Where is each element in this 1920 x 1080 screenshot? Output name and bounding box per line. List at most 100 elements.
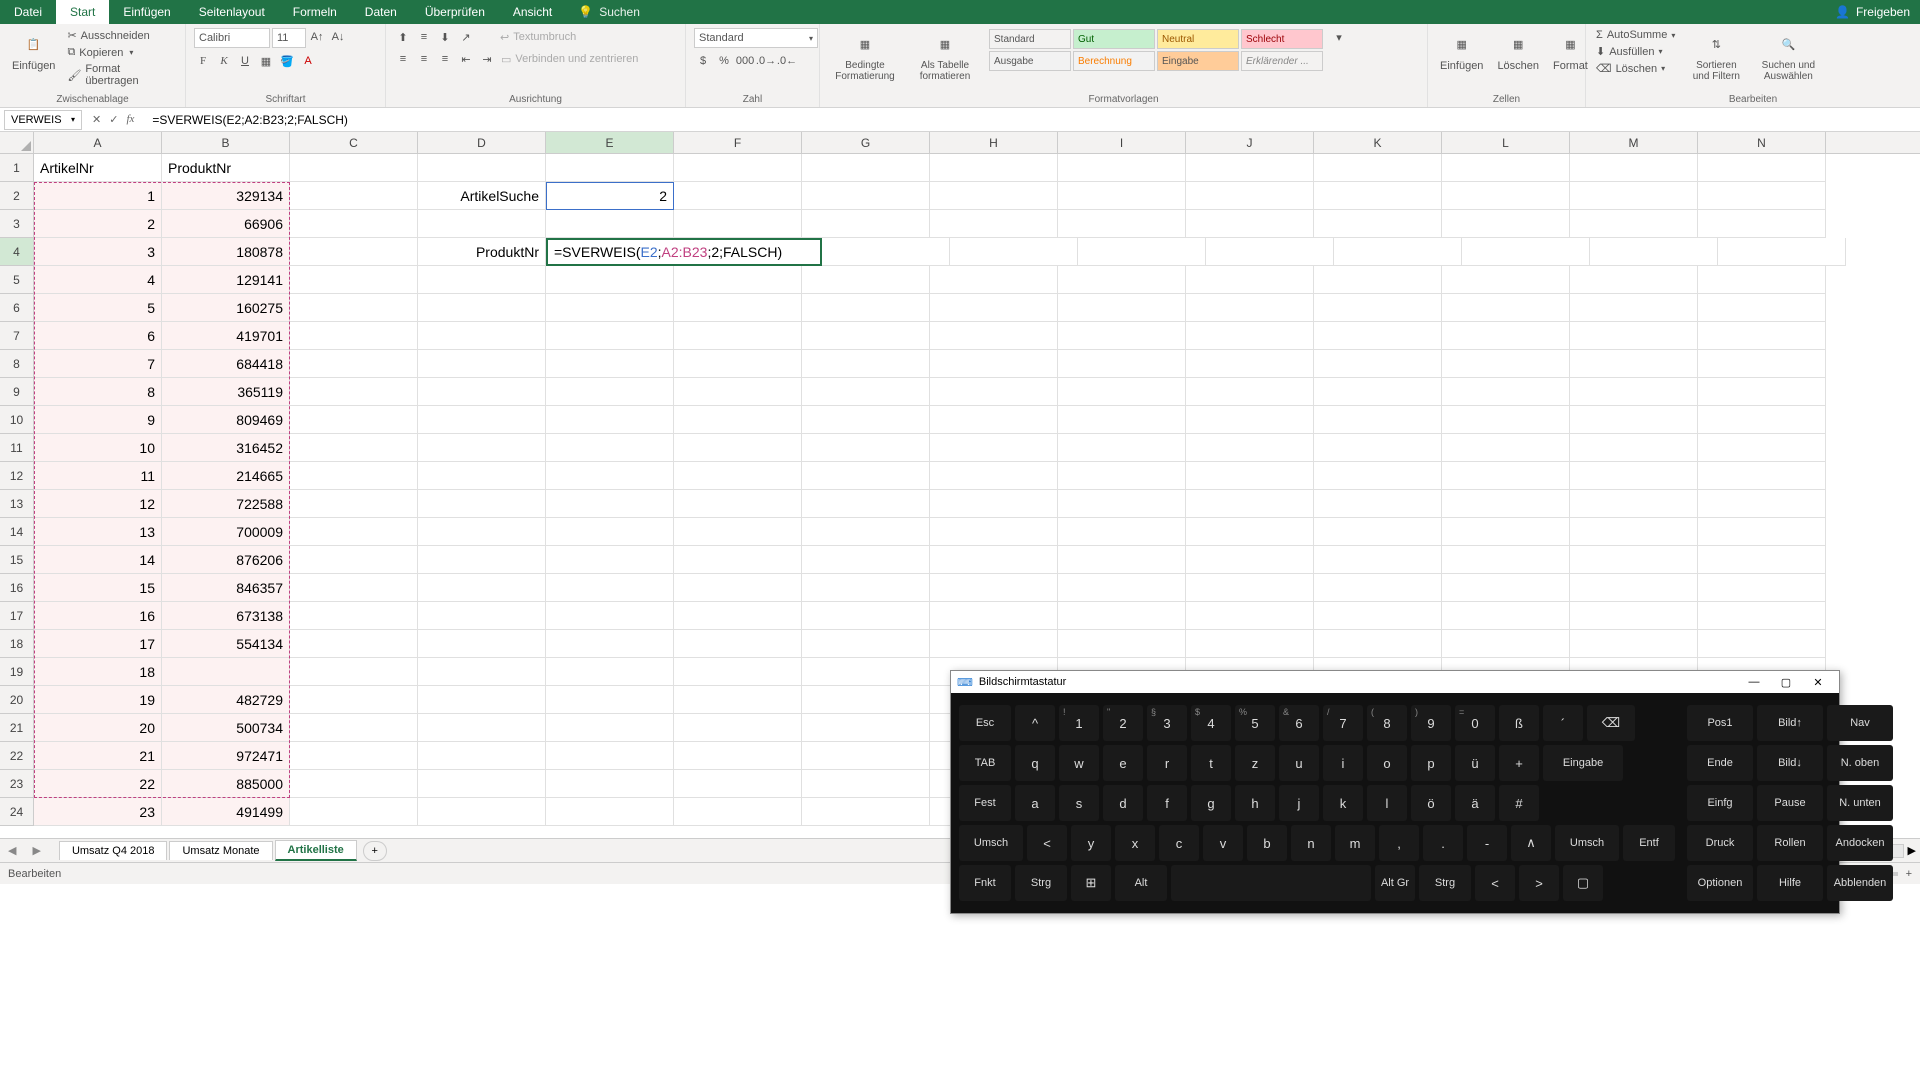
cell-M17[interactable] — [1570, 602, 1698, 630]
cell-E11[interactable] — [546, 434, 674, 462]
cell-F6[interactable] — [674, 294, 802, 322]
row-header-4[interactable]: 4 — [0, 238, 34, 266]
cell-D18[interactable] — [418, 630, 546, 658]
osk-key-ü[interactable]: ü — [1455, 745, 1495, 781]
accept-formula-button[interactable]: ✓ — [109, 113, 118, 126]
osk-key--[interactable]: - — [1467, 825, 1507, 861]
cell-F18[interactable] — [674, 630, 802, 658]
cell-K6[interactable] — [1314, 294, 1442, 322]
cell-B6[interactable]: 160275 — [162, 294, 290, 322]
cell-J11[interactable] — [1186, 434, 1314, 462]
style-schlecht[interactable]: Schlecht — [1241, 29, 1323, 49]
cell-E8[interactable] — [546, 350, 674, 378]
cell-H8[interactable] — [930, 350, 1058, 378]
osk-key-d[interactable]: d — [1103, 785, 1143, 821]
cell-I7[interactable] — [1058, 322, 1186, 350]
cell-D16[interactable] — [418, 574, 546, 602]
cell-J10[interactable] — [1186, 406, 1314, 434]
osk-key-z[interactable]: z — [1235, 745, 1275, 781]
on-screen-keyboard[interactable]: ⌨ Bildschirmtastatur — ▢ ✕ Esc^1!2"3§4$5… — [950, 670, 1840, 914]
underline-button[interactable]: U — [236, 52, 254, 70]
tab-ansicht[interactable]: Ansicht — [499, 0, 566, 24]
tell-me-search[interactable]: 💡 Suchen — [578, 5, 640, 19]
row-header-21[interactable]: 21 — [0, 714, 34, 742]
row-header-18[interactable]: 18 — [0, 630, 34, 658]
cell-D1[interactable] — [418, 154, 546, 182]
cell-D7[interactable] — [418, 322, 546, 350]
cell-K11[interactable] — [1314, 434, 1442, 462]
cell-D3[interactable] — [418, 210, 546, 238]
cell-J3[interactable] — [1186, 210, 1314, 238]
cell-A8[interactable]: 7 — [34, 350, 162, 378]
cell-B13[interactable]: 722588 — [162, 490, 290, 518]
cell-D10[interactable] — [418, 406, 546, 434]
osk-key-g[interactable]: g — [1191, 785, 1231, 821]
osk-key-Abblenden[interactable]: Abblenden — [1827, 865, 1893, 901]
font-size-select[interactable]: 11 — [272, 28, 306, 48]
cell-A20[interactable]: 19 — [34, 686, 162, 714]
osk-key-⊞[interactable]: ⊞ — [1071, 865, 1111, 901]
currency-button[interactable]: $ — [694, 52, 712, 70]
number-format-select[interactable]: Standard▾ — [694, 28, 818, 48]
cell-D19[interactable] — [418, 658, 546, 686]
tab-daten[interactable]: Daten — [351, 0, 411, 24]
osk-key-h[interactable]: h — [1235, 785, 1275, 821]
cell-J6[interactable] — [1186, 294, 1314, 322]
cell-M14[interactable] — [1570, 518, 1698, 546]
italic-button[interactable]: K — [215, 52, 233, 70]
cell-L17[interactable] — [1442, 602, 1570, 630]
osk-key-ä[interactable]: ä — [1455, 785, 1495, 821]
cell-I16[interactable] — [1058, 574, 1186, 602]
osk-key-Entf[interactable]: Entf — [1623, 825, 1675, 861]
cell-E5[interactable] — [546, 266, 674, 294]
increase-decimal-button[interactable]: .0→ — [757, 52, 775, 70]
cell-I1[interactable] — [1058, 154, 1186, 182]
row-header-7[interactable]: 7 — [0, 322, 34, 350]
osk-key-u[interactable]: u — [1279, 745, 1319, 781]
cell-I9[interactable] — [1058, 378, 1186, 406]
row-header-23[interactable]: 23 — [0, 770, 34, 798]
osk-key-Bild↑[interactable]: Bild↑ — [1757, 705, 1823, 741]
cell-E19[interactable] — [546, 658, 674, 686]
cell-D9[interactable] — [418, 378, 546, 406]
cell-G2[interactable] — [802, 182, 930, 210]
cell-B7[interactable]: 419701 — [162, 322, 290, 350]
cell-J15[interactable] — [1186, 546, 1314, 574]
cell-K5[interactable] — [1314, 266, 1442, 294]
osk-key-Druck[interactable]: Druck — [1687, 825, 1753, 861]
cell-J18[interactable] — [1186, 630, 1314, 658]
cell-B22[interactable]: 972471 — [162, 742, 290, 770]
cell-G12[interactable] — [802, 462, 930, 490]
osk-key-i[interactable]: i — [1323, 745, 1363, 781]
cell-D8[interactable] — [418, 350, 546, 378]
cell-M13[interactable] — [1570, 490, 1698, 518]
cell-G23[interactable] — [802, 770, 930, 798]
cell-D11[interactable] — [418, 434, 546, 462]
cell-F1[interactable] — [674, 154, 802, 182]
cell-I5[interactable] — [1058, 266, 1186, 294]
cell-H14[interactable] — [930, 518, 1058, 546]
osk-key-Rollen[interactable]: Rollen — [1757, 825, 1823, 861]
osk-key-Optionen[interactable]: Optionen — [1687, 865, 1753, 901]
row-header-20[interactable]: 20 — [0, 686, 34, 714]
cell-D15[interactable] — [418, 546, 546, 574]
cell-N3[interactable] — [1698, 210, 1826, 238]
cell-M10[interactable] — [1570, 406, 1698, 434]
cell-E2[interactable]: 2 — [546, 182, 674, 210]
osk-key-Pause[interactable]: Pause — [1757, 785, 1823, 821]
osk-key-Strg[interactable]: Strg — [1015, 865, 1067, 901]
cell-B4[interactable]: 180878 — [162, 238, 290, 266]
style-eingabe[interactable]: Eingabe — [1157, 51, 1239, 71]
clear-button[interactable]: ⌫Löschen▾ — [1594, 61, 1677, 76]
cell-E16[interactable] — [546, 574, 674, 602]
cell-F10[interactable] — [674, 406, 802, 434]
cell-M5[interactable] — [1570, 266, 1698, 294]
align-top-button[interactable]: ⬆ — [394, 28, 412, 46]
sheet-nav-next[interactable]: ▶ — [24, 844, 48, 857]
cell-F19[interactable] — [674, 658, 802, 686]
cell-B18[interactable]: 554134 — [162, 630, 290, 658]
style-neutral[interactable]: Neutral — [1157, 29, 1239, 49]
cell-C7[interactable] — [290, 322, 418, 350]
decrease-decimal-button[interactable]: .0← — [778, 52, 796, 70]
cell-C14[interactable] — [290, 518, 418, 546]
